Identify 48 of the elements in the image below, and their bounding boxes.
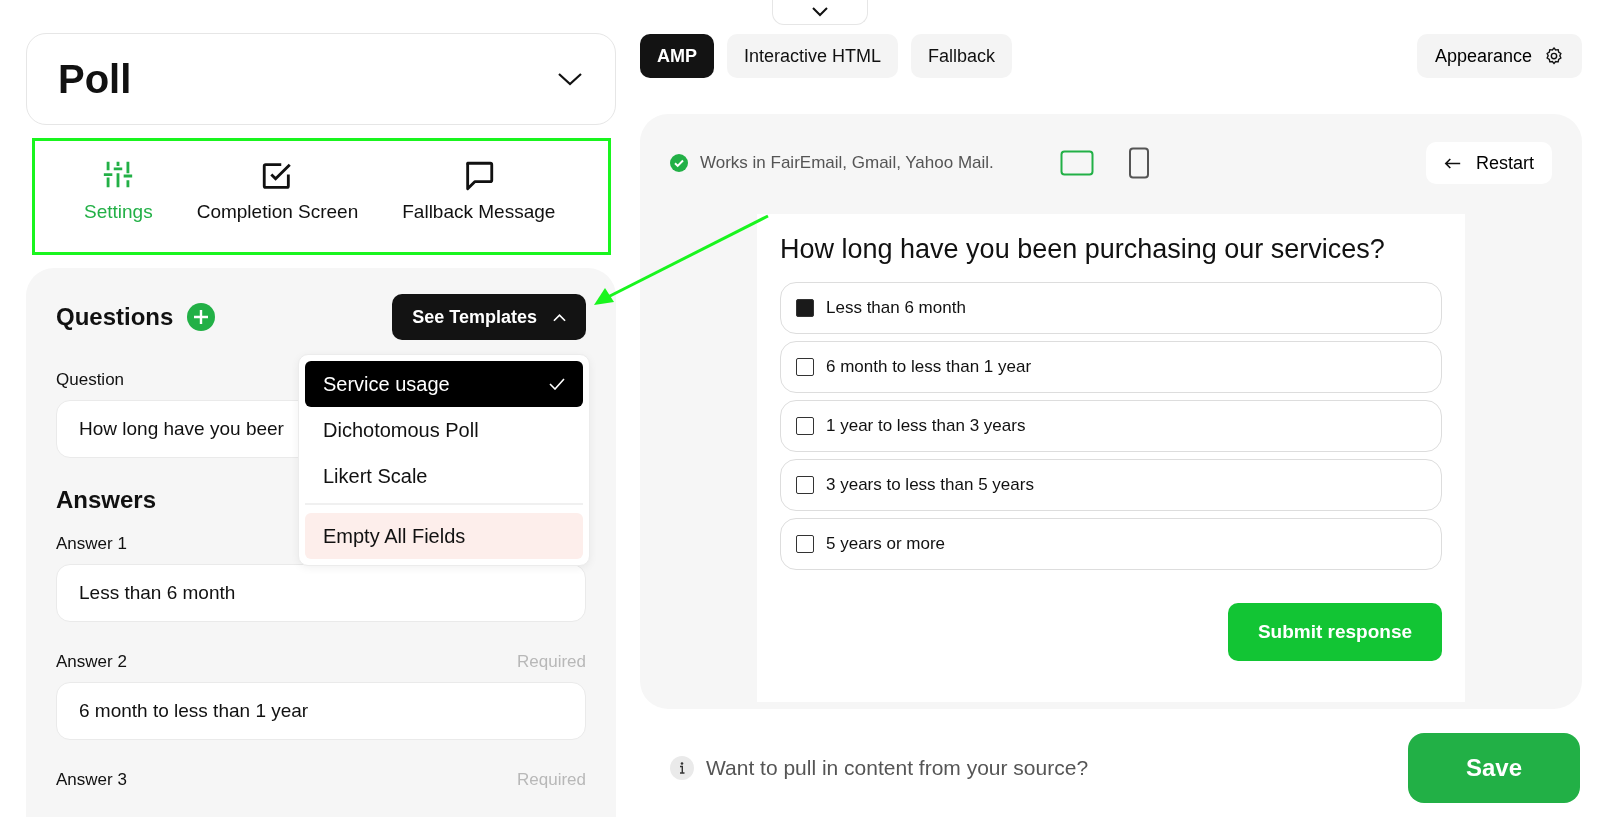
poll-option[interactable]: 3 years to less than 5 years <box>780 459 1442 511</box>
checkbox[interactable] <box>796 358 814 376</box>
check-circle-icon <box>670 154 688 172</box>
poll-option[interactable]: 5 years or more <box>780 518 1442 570</box>
format-tab[interactable]: Fallback <box>911 34 1013 78</box>
checkbox[interactable] <box>796 299 814 317</box>
mobile-icon[interactable] <box>1128 147 1150 179</box>
required-note: Required <box>517 652 586 672</box>
chevron-down-icon <box>811 5 829 17</box>
section-title: Questions <box>56 303 174 331</box>
section-title: Answers <box>56 486 158 514</box>
field-label: Question <box>56 370 125 390</box>
see-templates-button[interactable]: See Templates <box>392 294 586 340</box>
checkbox[interactable] <box>796 476 814 494</box>
poll-header[interactable]: Poll <box>26 33 616 125</box>
appearance-button[interactable]: Appearance <box>1416 34 1582 78</box>
chevron-down-icon <box>557 71 583 87</box>
poll-title: Poll <box>58 56 132 102</box>
answer-field[interactable]: Less than 6 month <box>56 564 586 622</box>
format-tab[interactable]: Interactive HTML <box>727 34 899 78</box>
poll-option[interactable]: 6 month to less than 1 year <box>780 341 1442 393</box>
field-label: Answer 1 <box>56 534 127 554</box>
menu-item[interactable]: Service usage <box>305 361 583 407</box>
add-icon[interactable] <box>187 303 216 331</box>
restart-button[interactable]: Restart <box>1425 142 1552 184</box>
compatibility-note: Works in FairEmail, Gmail, Yahoo Mail. <box>700 153 994 173</box>
info-icon <box>670 756 694 780</box>
menu-item[interactable]: Likert Scale <box>305 453 583 499</box>
desktop-icon[interactable] <box>1060 150 1094 176</box>
format-tab[interactable]: AMP <box>640 34 714 78</box>
checkbox[interactable] <box>796 535 814 553</box>
hint-text: Want to pull in content from your source? <box>706 756 1089 780</box>
section-tab[interactable]: Completion Screen <box>194 155 361 227</box>
checkmark-icon <box>549 378 565 390</box>
chevron-up-icon <box>553 312 566 322</box>
field-label: Answer 2 <box>56 652 127 672</box>
section-tab[interactable]: Fallback Message <box>400 155 558 227</box>
required-note: Required <box>517 770 586 790</box>
poll-option[interactable]: 1 year to less than 3 years <box>780 400 1442 452</box>
menu-item[interactable]: Dichotomous Poll <box>305 407 583 453</box>
checkbox[interactable] <box>796 417 814 435</box>
poll-option[interactable]: Less than 6 month <box>780 282 1442 334</box>
menu-action[interactable]: Empty All Fields <box>305 513 583 559</box>
poll-question: How long have you been purchasing our services? <box>780 234 1386 265</box>
field-label: Answer 3 <box>56 770 127 790</box>
arrow-left-icon <box>1443 157 1462 169</box>
answer-field[interactable]: 6 month to less than 1 year <box>56 682 586 740</box>
settings-icon <box>1544 46 1564 66</box>
